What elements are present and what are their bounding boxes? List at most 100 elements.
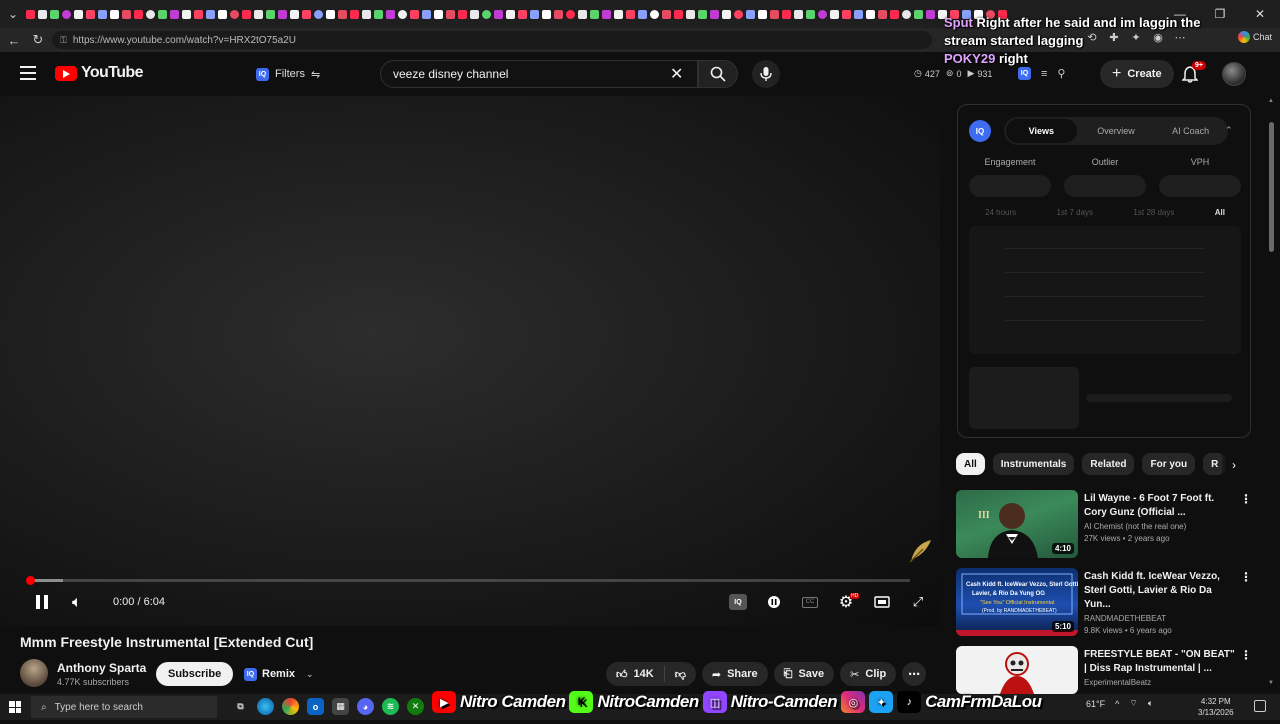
tab-favicon[interactable] [134,9,143,19]
tab-favicon[interactable] [782,9,791,19]
tab-favicon[interactable] [206,9,215,19]
tab-favicon[interactable] [842,9,851,19]
video-title[interactable]: Cash Kidd ft. IceWear Vezzo, Sterl Gotti… [1084,570,1236,612]
tab-favicon[interactable] [722,9,731,19]
tool-icon[interactable]: ⚲ [1057,67,1065,80]
tab-favicon[interactable] [914,9,923,19]
tab-favicon[interactable] [506,9,515,19]
tab-favicon[interactable] [110,9,119,19]
tab-ai-coach[interactable]: AI Coach [1155,119,1226,143]
tab-favicon[interactable] [350,9,359,19]
tab-favicon[interactable] [758,9,767,19]
tab-favicon[interactable] [290,9,299,19]
tab-favicon[interactable] [794,9,803,19]
youtube-logo[interactable]: YouTube [55,64,143,82]
tab-views[interactable]: Views [1006,119,1077,143]
scroll-up-icon[interactable]: ▲ [1268,98,1274,104]
video-thumbnail[interactable]: III 4:10 [956,490,1078,558]
chip-related[interactable]: Related [1082,453,1135,475]
tab-favicon[interactable] [410,9,419,19]
captions-icon[interactable]: CC [800,592,820,612]
tab-favicon[interactable] [554,9,563,19]
tab-favicon[interactable] [566,9,575,19]
tab-favicon[interactable] [818,9,827,19]
more-options-icon[interactable]: ⋮ [1240,570,1252,584]
tab-favicon[interactable] [74,9,83,19]
collapse-panel-icon[interactable]: ⌃ [1225,125,1233,136]
tab-list-chevron-icon[interactable]: ⌄ [0,0,26,28]
tab-favicon[interactable] [218,9,227,19]
progress-bar[interactable] [30,579,910,582]
volume-icon[interactable]: 🔈︎ [72,594,82,612]
range-24-hours[interactable]: 24 hours [985,208,1016,217]
autoplay-toggle[interactable] [764,592,784,612]
video-player[interactable]: 🔈︎ 0:00 / 6:04 IQ CC ⚙ ⤢ HD [0,96,940,626]
tab-favicon[interactable] [266,9,275,19]
tab-favicon[interactable] [542,9,551,19]
site-info-icon[interactable]: ⚿ [60,35,67,46]
spotify-icon[interactable]: ≋ [382,698,399,715]
scroll-down-icon[interactable]: ▼ [1268,680,1274,686]
tab-favicon[interactable] [482,9,491,19]
tab-favicon[interactable] [674,9,683,19]
tab-favicon[interactable] [770,9,779,19]
tab-favicon[interactable] [38,9,47,19]
tab-favicon[interactable] [650,9,659,19]
tab-favicon[interactable] [866,9,875,19]
range-first-7-days[interactable]: 1st 7 days [1057,208,1093,217]
tab-favicon[interactable] [146,9,155,19]
chip-for-you[interactable]: For you [1142,453,1196,475]
tab-favicon[interactable] [458,9,467,19]
tab-favicon[interactable] [830,9,839,19]
video-thumbnail[interactable]: Cash Kidd ft. IceWear Vezzo, Sterl Gotti… [956,568,1078,636]
xbox-icon[interactable]: ✕ [407,698,424,715]
tab-favicon[interactable] [518,9,527,19]
tab-favicon[interactable] [446,9,455,19]
tab-favicon[interactable] [50,9,59,19]
tab-favicon[interactable] [854,9,863,19]
menu-icon[interactable] [20,66,36,80]
theater-mode-icon[interactable] [872,592,892,612]
scrollbar-thumb[interactable] [1269,122,1274,252]
recommendation-item[interactable]: Cash Kidd ft. IceWear Vezzo, Sterl Gotti… [956,568,1256,646]
search-button[interactable] [698,60,738,88]
tab-favicon[interactable] [626,9,635,19]
outlook-icon[interactable]: o [307,698,324,715]
tab-favicon[interactable] [98,9,107,19]
share-button[interactable]: ➦ Share [701,662,768,686]
tab-favicon[interactable] [326,9,335,19]
tab-favicon[interactable] [494,9,503,19]
tab-favicon[interactable] [662,9,671,19]
recommendation-item[interactable]: III 4:10 Lil Wayne - 6 Foot 7 Foot ft. C… [956,490,1256,568]
range-first-28-days[interactable]: 1st 28 days [1133,208,1174,217]
tab-favicon[interactable] [158,9,167,19]
tab-favicon[interactable] [734,9,743,19]
windows-start-icon[interactable] [9,701,21,713]
tab-favicon[interactable] [386,9,395,19]
network-icon[interactable]: ⌔ [1129,698,1137,709]
like-button[interactable]: 👍︎ 14K [606,662,664,686]
back-icon[interactable]: ← [2,28,26,52]
tab-favicon[interactable] [302,9,311,19]
tray-chevron-icon[interactable]: ^ [1115,699,1119,709]
tab-favicon[interactable] [602,9,611,19]
video-title[interactable]: FREESTYLE BEAT - "ON BEAT" | Diss Rap In… [1084,648,1236,676]
tab-favicon[interactable] [878,9,887,19]
tab-favicon[interactable] [806,9,815,19]
chevron-right-icon[interactable]: › [1222,453,1246,477]
chip-all[interactable]: All [956,453,985,475]
channel-name[interactable]: AI Chemist (not the real one) [1084,522,1236,531]
tab-favicon[interactable] [254,9,263,19]
search-input[interactable]: veeze disney channel [380,60,698,88]
tab-favicon[interactable] [470,9,479,19]
tab-favicon[interactable] [398,9,407,19]
tab-favicon[interactable] [530,9,539,19]
clip-button[interactable]: ✂ Clip [840,662,897,686]
tab-favicon[interactable] [86,9,95,19]
tab-favicon[interactable] [578,9,587,19]
clear-search-icon[interactable]: ✕ [670,64,683,84]
url-field[interactable]: ⚿ https://www.youtube.com/watch?v=HRX2tO… [52,31,932,49]
tab-favicon[interactable] [890,9,899,19]
tab-favicon[interactable] [746,9,755,19]
tab-favicon[interactable] [902,9,911,19]
